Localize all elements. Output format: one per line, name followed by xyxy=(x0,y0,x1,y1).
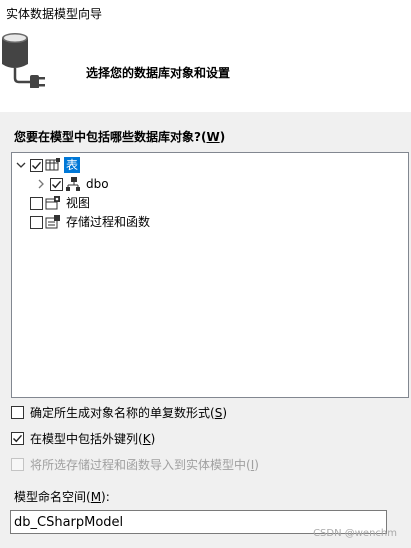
tree-node-stored-procedures-label[interactable]: 存储过程和函数 xyxy=(64,214,152,230)
tree-node-dbo-checkbox[interactable] xyxy=(50,177,63,191)
window-title: 实体数据模型向导 xyxy=(6,7,103,21)
option-import-procedures-checkbox xyxy=(11,457,24,471)
tree-node-tables[interactable]: 表 xyxy=(14,155,81,175)
tree-node-stored-procedures[interactable]: 存储过程和函数 xyxy=(30,212,152,232)
tree-node-stored-procedures-checkbox[interactable] xyxy=(30,215,43,229)
option-pluralize[interactable]: 确定所生成对象名称的单复数形式(S) xyxy=(11,403,227,421)
namespace-label: 模型命名空间(M): xyxy=(14,490,110,504)
tree-label-accesskey: W xyxy=(206,130,220,144)
tree-node-views-checkbox[interactable] xyxy=(30,196,43,210)
database-objects-tree[interactable]: 表 dbo 视图 存储过程和函数 xyxy=(11,152,409,398)
wizard-header: 实体数据模型向导 选择您的数据库对象和设置 xyxy=(0,0,411,112)
table-icon xyxy=(45,158,60,171)
option-pluralize-checkbox[interactable] xyxy=(11,405,24,419)
tree-node-views[interactable]: 视图 xyxy=(30,193,92,213)
tree-node-views-label[interactable]: 视图 xyxy=(64,195,92,211)
schema-icon xyxy=(66,177,80,191)
tree-node-tables-checkbox[interactable] xyxy=(30,158,43,172)
option-foreign-keys[interactable]: 在模型中包括外键列(K) xyxy=(11,429,155,447)
database-plug-icon xyxy=(2,33,45,88)
chevron-right-icon[interactable] xyxy=(34,177,48,191)
tree-label-text: 您要在模型中包括哪些数据库对象?( xyxy=(14,130,207,144)
option-pluralize-label[interactable]: 确定所生成对象名称的单复数形式(S) xyxy=(30,404,227,421)
tree-node-tables-label[interactable]: 表 xyxy=(64,157,81,173)
page-subtitle: 选择您的数据库对象和设置 xyxy=(86,66,231,80)
tree-node-dbo-label[interactable]: dbo xyxy=(84,176,111,192)
chevron-down-icon[interactable] xyxy=(14,158,28,172)
tree-label: 您要在模型中包括哪些数据库对象?(W) xyxy=(14,128,225,145)
option-foreign-keys-label[interactable]: 在模型中包括外键列(K) xyxy=(30,430,155,447)
watermark: CSDN @wenchm xyxy=(313,528,397,539)
option-foreign-keys-checkbox[interactable] xyxy=(11,431,24,445)
tree-node-dbo[interactable]: dbo xyxy=(34,174,111,194)
tree-label-suffix: ) xyxy=(219,130,226,144)
option-import-procedures-label: 将所选存储过程和函数导入到实体模型中(I) xyxy=(30,457,259,472)
view-icon xyxy=(45,196,60,210)
stored-procedure-icon xyxy=(45,215,60,229)
option-import-procedures: 将所选存储过程和函数导入到实体模型中(I) xyxy=(11,455,259,473)
